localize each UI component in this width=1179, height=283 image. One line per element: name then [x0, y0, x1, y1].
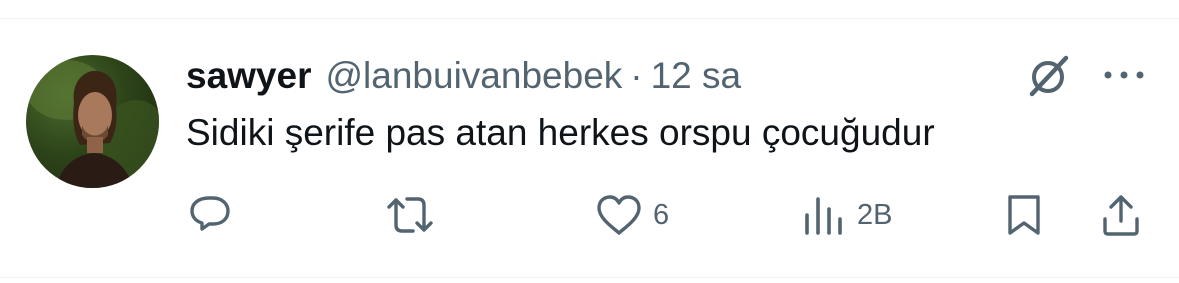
- author-handle[interactable]: @lanbuivanbebek: [326, 55, 623, 97]
- heart-icon: [597, 195, 641, 235]
- reply-button[interactable]: [188, 193, 232, 237]
- bookmark-button[interactable]: [1004, 193, 1044, 237]
- tweet-text: Sidiki şerife pas atan herkes orspu çocu…: [186, 112, 935, 153]
- like-count: 6: [653, 198, 670, 231]
- top-divider: [0, 18, 1179, 19]
- bookmark-icon: [1008, 195, 1040, 235]
- more-icon[interactable]: [1100, 60, 1148, 90]
- retweet-button[interactable]: [385, 193, 435, 237]
- like-button[interactable]: 6: [595, 193, 669, 237]
- views-count: 2B: [857, 198, 893, 231]
- tweet-header: sawyer @lanbuivanbebek · 12 sa: [186, 50, 741, 102]
- share-icon: [1103, 195, 1139, 236]
- views-button[interactable]: 2B: [803, 193, 892, 237]
- bottom-divider: [0, 277, 1179, 278]
- avatar-image: [26, 60, 159, 188]
- reply-icon: [190, 196, 230, 231]
- share-button[interactable]: [1099, 193, 1143, 237]
- retweet-icon: [387, 197, 433, 233]
- views-icon: [805, 197, 842, 235]
- timestamp[interactable]: 12 sa: [651, 55, 742, 97]
- separator-dot: ·: [630, 55, 643, 96]
- avatar[interactable]: [26, 55, 159, 188]
- author-name[interactable]: sawyer: [186, 55, 312, 97]
- grok-icon[interactable]: [1022, 50, 1074, 102]
